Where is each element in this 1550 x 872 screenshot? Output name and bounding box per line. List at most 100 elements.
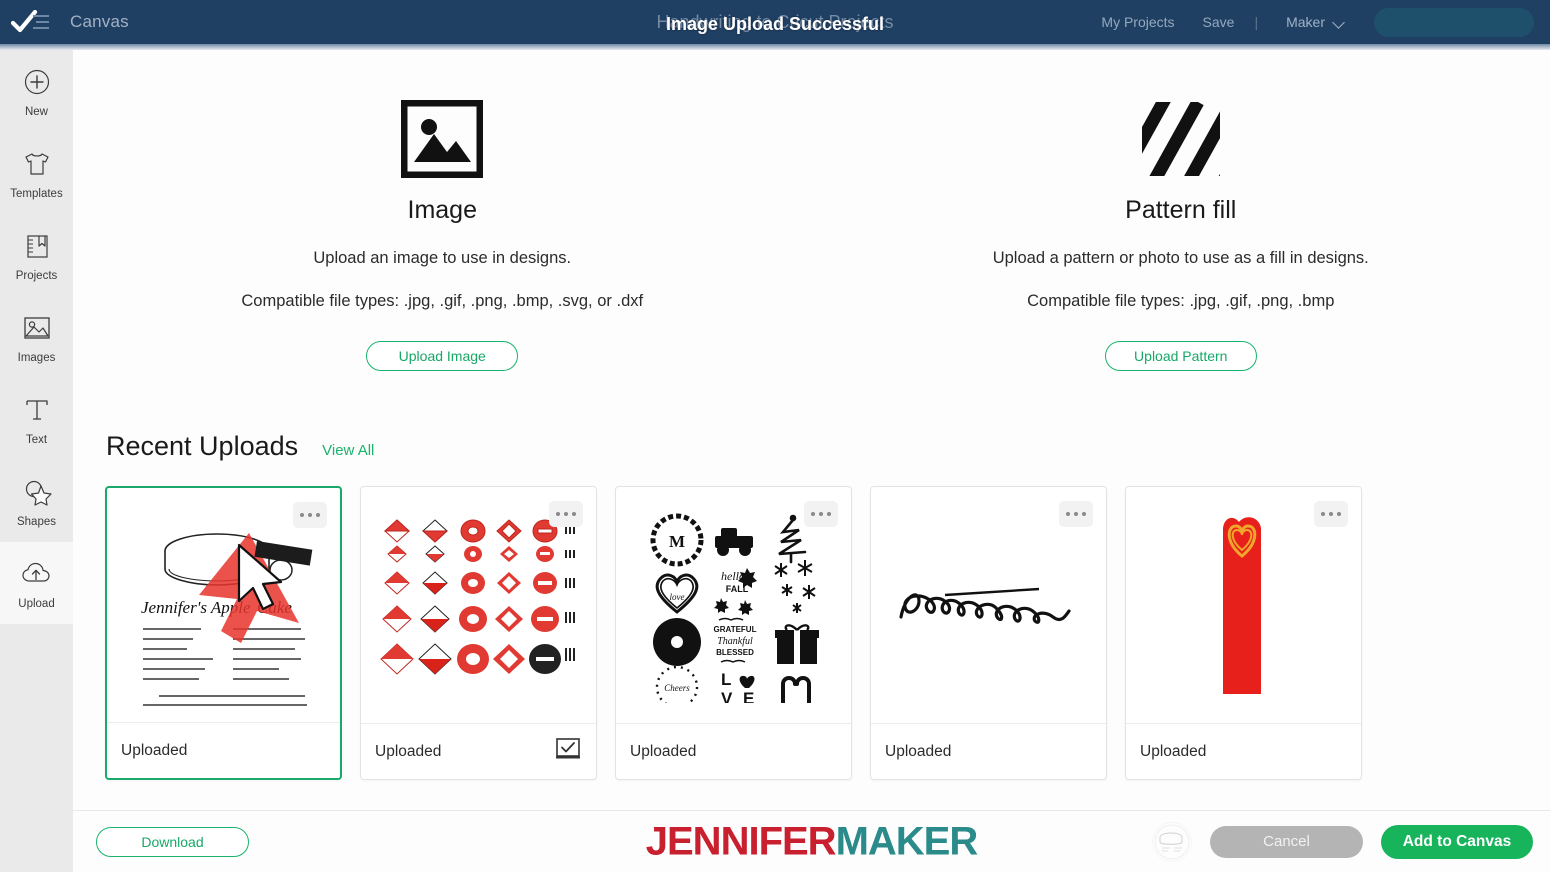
upload-main-panel: Image Upload an image to use in designs.… xyxy=(73,50,1550,810)
tshirt-icon xyxy=(20,147,54,181)
upload-options-row: Image Upload an image to use in designs.… xyxy=(73,50,1550,371)
upload-pattern-button[interactable]: Upload Pattern xyxy=(1104,341,1257,371)
upload-card-recipe[interactable]: Jennifer's Apple Cake xyxy=(105,486,342,780)
image-option-filetypes: Compatible file types: .jpg, .gif, .png,… xyxy=(241,292,644,310)
sidebar-item-shapes[interactable]: Shapes xyxy=(0,460,73,542)
bottom-right-actions: Cancel Add to Canvas xyxy=(1152,821,1550,862)
cancel-button[interactable]: Cancel xyxy=(1210,825,1363,858)
image-option-description: Upload an image to use in designs. xyxy=(313,249,572,267)
app-header: Canvas Handwriting to Cricut Projects Im… xyxy=(0,0,1550,44)
chevron-down-icon xyxy=(1334,17,1344,27)
watermark-jennifer: JENNIFER xyxy=(645,819,837,863)
love-mother-signature-artwork xyxy=(898,587,1071,624)
sidebar-label-new: New xyxy=(24,105,48,118)
card-status: Uploaded xyxy=(375,742,442,760)
svg-text:V: V xyxy=(721,689,733,703)
jennifermaker-watermark: JENNIFERMAKER xyxy=(645,819,979,864)
svg-text:GRATEFUL: GRATEFUL xyxy=(713,625,756,634)
svg-text:love: love xyxy=(669,592,684,602)
sidebar-item-upload[interactable]: Upload xyxy=(0,542,73,624)
make-it-button[interactable] xyxy=(1374,7,1534,37)
upload-success-toast: Image Upload Successful xyxy=(665,14,885,34)
bottom-action-bar: Download JENNIFERMAKER Cancel Add to Can… xyxy=(73,810,1550,872)
print-then-cut-icon xyxy=(554,737,582,766)
recent-uploads-title: Recent Uploads xyxy=(106,431,299,461)
card-menu-button[interactable] xyxy=(1314,501,1348,527)
sidebar-item-images[interactable]: Images xyxy=(0,296,73,378)
left-sidebar: New Templates Projects Images Text Shape… xyxy=(0,50,73,872)
sidebar-label-images: Images xyxy=(17,351,56,364)
card-menu-button[interactable] xyxy=(293,502,327,528)
sidebar-item-templates[interactable]: Templates xyxy=(0,132,73,214)
card-status: Uploaded xyxy=(885,742,952,760)
svg-text:BLESSED: BLESSED xyxy=(716,648,754,657)
text-t-icon xyxy=(20,393,54,427)
recent-uploads-header: Recent Uploads View All xyxy=(106,431,1550,462)
sidebar-label-templates: Templates xyxy=(10,187,63,200)
more-options-icon xyxy=(299,512,305,518)
card-menu-button[interactable] xyxy=(549,501,583,527)
card-status: Uploaded xyxy=(630,742,697,760)
add-to-canvas-button[interactable]: Add to Canvas xyxy=(1381,824,1533,859)
svg-text:L: L xyxy=(721,670,731,689)
upload-image-button[interactable]: Upload Image xyxy=(366,341,519,371)
watermark-maker: MAKER xyxy=(835,819,979,863)
sidebar-item-projects[interactable]: Projects xyxy=(0,214,73,296)
picture-icon xyxy=(20,311,54,345)
more-options-icon xyxy=(810,511,816,517)
card-footer: Uploaded xyxy=(616,723,851,779)
view-all-link[interactable]: View All xyxy=(322,442,374,459)
cloud-upload-icon xyxy=(20,557,54,591)
header-separator: | xyxy=(1254,14,1259,30)
red-ornament-grid-artwork xyxy=(379,519,575,675)
card-footer: Uploaded xyxy=(1126,723,1361,779)
card-menu-button[interactable] xyxy=(1059,501,1093,527)
plus-circle-icon xyxy=(20,65,54,99)
machine-selector[interactable]: Maker xyxy=(1264,14,1350,30)
sidebar-label-upload: Upload xyxy=(18,597,55,610)
upload-card-bookmark[interactable]: Uploaded xyxy=(1125,486,1362,780)
recent-uploads-grid: Jennifer's Apple Cake xyxy=(105,486,1550,780)
svg-text:E: E xyxy=(743,689,754,703)
selected-image-thumbnail xyxy=(1152,821,1192,862)
checkmark-menu-logo-icon xyxy=(11,10,49,33)
sidebar-label-shapes: Shapes xyxy=(16,515,56,528)
header-right-actions: My Projects Save | Maker xyxy=(1087,0,1550,44)
sidebar-item-text[interactable]: Text xyxy=(0,378,73,460)
sidebar-item-new[interactable]: New xyxy=(0,50,73,132)
pattern-option-filetypes: Compatible file types: .jpg, .gif, .png,… xyxy=(1027,292,1335,310)
upload-card-svg-icons[interactable]: M love hello FALL GRATEFUL Thankful BLES… xyxy=(615,486,852,780)
upload-card-signature[interactable]: Uploaded xyxy=(870,486,1107,780)
svg-text:Cheers: Cheers xyxy=(664,683,690,693)
menu-logo-button[interactable] xyxy=(0,0,66,44)
save-button[interactable]: Save xyxy=(1189,14,1249,30)
sidebar-label-projects: Projects xyxy=(15,269,58,282)
book-bookmark-icon xyxy=(20,229,54,263)
canvas-label[interactable]: Canvas xyxy=(70,12,129,32)
image-placeholder-icon xyxy=(401,98,484,180)
shapes-star-icon xyxy=(20,475,54,509)
card-footer: Uploaded xyxy=(107,722,340,778)
diagonal-stripes-icon xyxy=(1140,98,1222,180)
card-footer: Uploaded xyxy=(361,723,596,779)
black-svg-icon-grid-artwork: M love hello FALL GRATEFUL Thankful BLES… xyxy=(650,513,819,703)
header-underline xyxy=(0,44,1550,50)
card-status: Uploaded xyxy=(121,741,188,759)
more-options-icon xyxy=(555,511,561,517)
upload-option-pattern: Pattern fill Upload a pattern or photo t… xyxy=(812,98,1550,371)
card-menu-button[interactable] xyxy=(804,501,838,527)
machine-label: Maker xyxy=(1286,14,1325,30)
svg-text:M: M xyxy=(668,532,684,551)
my-projects-link[interactable]: My Projects xyxy=(1087,14,1188,30)
red-heart-bookmark-artwork xyxy=(1222,516,1261,694)
card-footer: Uploaded xyxy=(871,723,1106,779)
upload-card-ornaments[interactable]: Uploaded xyxy=(360,486,597,780)
cricut-design-space-upload-screen: Canvas Handwriting to Cricut Projects Im… xyxy=(0,0,1550,872)
card-status: Uploaded xyxy=(1140,742,1207,760)
pattern-option-title: Pattern fill xyxy=(1125,196,1237,224)
sidebar-label-text: Text xyxy=(25,433,48,446)
pattern-option-description: Upload a pattern or photo to use as a fi… xyxy=(992,249,1369,267)
more-options-icon xyxy=(1320,511,1326,517)
image-option-title: Image xyxy=(407,196,477,224)
download-button[interactable]: Download xyxy=(96,826,249,857)
